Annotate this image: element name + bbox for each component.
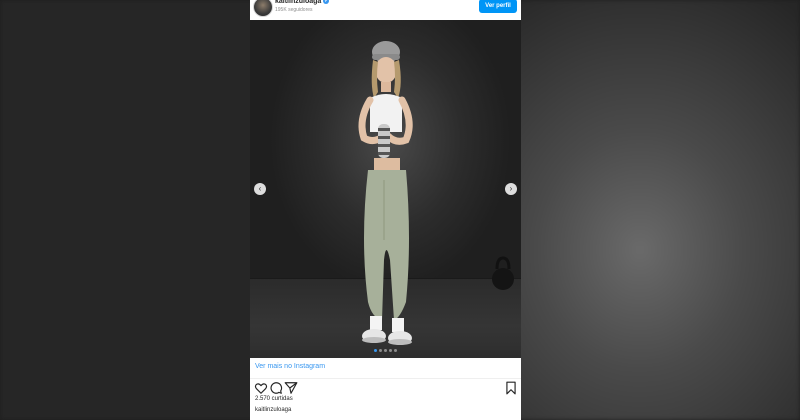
post-image[interactable]: ‹ › <box>250 20 521 358</box>
bookmark-icon[interactable] <box>504 381 518 395</box>
embed-header: kaitlinzuloaga ✓ 195K seguidores Ver perf… <box>250 0 521 20</box>
instagram-embed: kaitlinzuloaga ✓ 195K seguidores Ver perf… <box>250 0 521 420</box>
carousel-dot <box>374 349 377 352</box>
username-row[interactable]: kaitlinzuloaga ✓ <box>275 0 330 5</box>
share-icon[interactable] <box>284 381 298 395</box>
like-count: 2.570 curtidas <box>255 396 293 402</box>
username[interactable]: kaitlinzuloaga <box>275 0 321 5</box>
action-bar <box>250 379 521 397</box>
carousel-dot <box>379 349 382 352</box>
comment-icon[interactable] <box>269 381 283 395</box>
person-figure <box>358 41 413 345</box>
verified-badge-icon: ✓ <box>323 0 330 4</box>
view-more-bar: Ver mais no Instagram <box>250 358 521 379</box>
carousel-indicator <box>250 349 521 352</box>
heart-icon[interactable] <box>254 381 268 395</box>
view-more-link[interactable]: Ver mais no Instagram <box>255 363 325 370</box>
avatar[interactable] <box>253 0 273 17</box>
carousel-dot <box>384 349 387 352</box>
carousel-dot <box>389 349 392 352</box>
follower-count: 195K seguidores <box>275 7 313 13</box>
chevron-left-icon[interactable]: ‹ <box>254 183 266 195</box>
kettlebell <box>492 256 514 290</box>
carousel-dot <box>394 349 397 352</box>
view-profile-button[interactable]: Ver perfil <box>479 0 517 13</box>
caption-username[interactable]: kaitlinzuloaga <box>255 407 291 413</box>
chevron-right-icon[interactable]: › <box>505 183 517 195</box>
